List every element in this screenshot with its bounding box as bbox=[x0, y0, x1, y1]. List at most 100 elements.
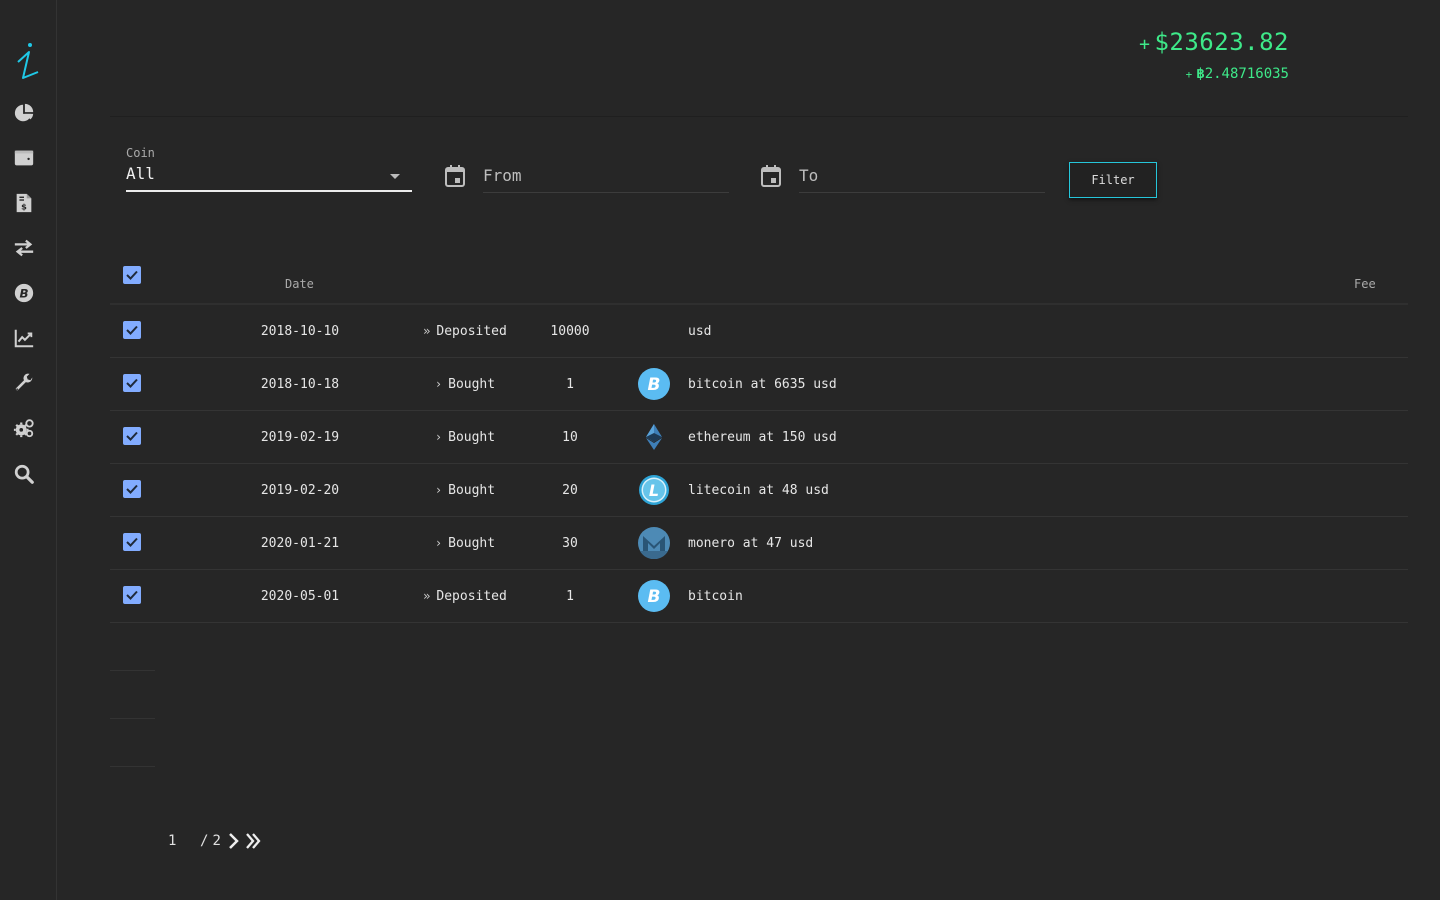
table-row[interactable]: 2020-05-01 » Deposited 1 Bbitcoin bbox=[110, 570, 1408, 623]
row-date: 2020-05-01 bbox=[260, 589, 340, 604]
area-chart-icon bbox=[14, 329, 34, 348]
calendar-icon[interactable] bbox=[761, 165, 781, 187]
row-description: litecoin at 48 usd bbox=[688, 483, 829, 498]
next-page-button[interactable] bbox=[227, 832, 241, 850]
svg-text:B: B bbox=[648, 375, 661, 395]
row-type-label: Bought bbox=[448, 483, 496, 498]
usd-sign: + bbox=[1139, 34, 1151, 55]
empty-row-lines bbox=[110, 670, 155, 814]
select-all-checkbox[interactable] bbox=[123, 266, 141, 284]
nav-settings[interactable] bbox=[12, 416, 36, 440]
nav-search[interactable] bbox=[12, 462, 36, 486]
exchange-arrows-icon bbox=[14, 239, 34, 257]
nav-wallet[interactable] bbox=[12, 146, 36, 170]
row-amount: 1 bbox=[566, 377, 574, 392]
header-date[interactable]: Date bbox=[285, 277, 314, 291]
check-icon bbox=[126, 325, 138, 335]
to-date-input[interactable] bbox=[799, 158, 1045, 193]
table-header: Date Fee bbox=[110, 250, 1408, 305]
page-separator: / bbox=[200, 833, 209, 849]
row-checkbox[interactable] bbox=[123, 427, 141, 445]
table-row[interactable]: 2018-10-10 » Deposited 10000 usd bbox=[110, 305, 1408, 358]
table-row[interactable]: 2019-02-19 › Bought 10 ethereum at 150 usd bbox=[110, 411, 1408, 464]
row-checkbox[interactable] bbox=[123, 480, 141, 498]
nav-bitcoin[interactable]: B bbox=[12, 281, 36, 305]
row-type: » Deposited bbox=[380, 589, 550, 604]
total-pages: 2 bbox=[212, 833, 221, 849]
total-btc: + ฿2.48716035 bbox=[1139, 66, 1289, 82]
row-amount: 1 bbox=[566, 589, 574, 604]
chevron-icon: › bbox=[434, 483, 443, 497]
row-type: › Bought bbox=[380, 377, 550, 392]
nav-portfolio[interactable] bbox=[12, 101, 36, 125]
svg-text:B: B bbox=[648, 587, 661, 607]
row-description: usd bbox=[688, 324, 712, 339]
double-chevron-icon: » bbox=[423, 324, 431, 338]
bitcoin-icon: B bbox=[638, 580, 670, 612]
table-row[interactable]: 2020-01-21 › Bought 30 monero at 47 usd bbox=[110, 517, 1408, 570]
row-checkbox[interactable] bbox=[123, 374, 141, 392]
row-type-label: Bought bbox=[448, 536, 496, 551]
chevron-icon: › bbox=[434, 536, 443, 550]
table-row[interactable]: 2019-02-20 › Bought 20 Llitecoin at 48 usd bbox=[110, 464, 1408, 517]
row-date: 2020-01-21 bbox=[260, 536, 340, 551]
row-amount: 10 bbox=[562, 430, 578, 445]
filter-button[interactable]: Filter bbox=[1069, 162, 1157, 198]
from-date-input[interactable] bbox=[483, 158, 729, 193]
row-type: › Bought bbox=[380, 483, 550, 498]
wallet-icon bbox=[14, 150, 34, 166]
row-type-label: Bought bbox=[448, 430, 496, 445]
sidebar: $ B bbox=[0, 0, 57, 900]
invoice-icon: $ bbox=[16, 193, 32, 213]
calendar-icon[interactable] bbox=[445, 165, 465, 187]
row-description: bitcoin bbox=[688, 589, 743, 604]
row-amount: 20 bbox=[562, 483, 578, 498]
empty-row bbox=[110, 670, 155, 718]
row-amount: 10000 bbox=[550, 324, 590, 339]
coin-select[interactable]: Coin All bbox=[126, 146, 412, 192]
last-page-button[interactable] bbox=[245, 832, 263, 850]
nav-charts[interactable] bbox=[12, 326, 36, 350]
app-logo-icon[interactable] bbox=[14, 42, 42, 84]
litecoin-icon: L bbox=[639, 475, 669, 505]
transactions-table: Date Fee 2018-10-10» Deposited 10000 usd 201… bbox=[110, 250, 1408, 623]
row-description: bitcoin at 6635 usd bbox=[688, 377, 837, 392]
search-icon bbox=[14, 464, 34, 484]
row-checkbox[interactable] bbox=[123, 586, 141, 604]
svg-text:B: B bbox=[19, 287, 28, 301]
btc-value: 2.48716035 bbox=[1204, 66, 1289, 82]
coin-select-label: Coin bbox=[126, 146, 155, 160]
header-divider bbox=[110, 116, 1408, 117]
double-chevron-icon: » bbox=[423, 589, 431, 603]
check-icon bbox=[126, 378, 138, 388]
wrench-icon bbox=[15, 373, 33, 391]
ethereum-icon bbox=[646, 424, 662, 450]
header-fee[interactable]: Fee bbox=[1354, 277, 1376, 291]
coin-select-underline bbox=[126, 190, 412, 192]
nav-tools[interactable] bbox=[12, 371, 36, 395]
row-checkbox[interactable] bbox=[123, 321, 141, 339]
empty-row bbox=[110, 718, 155, 766]
chevron-icon: › bbox=[434, 430, 443, 444]
row-type-label: Deposited bbox=[436, 324, 507, 339]
empty-row bbox=[110, 766, 155, 814]
table-row[interactable]: 2018-10-18 › Bought 1 Bbitcoin at 6635 usd bbox=[110, 358, 1408, 411]
bitcoin-icon: B bbox=[14, 283, 34, 303]
nav-invoice[interactable]: $ bbox=[12, 191, 36, 215]
svg-text:$: $ bbox=[21, 201, 27, 211]
check-icon bbox=[126, 431, 138, 441]
row-type: » Deposited bbox=[380, 324, 550, 339]
btc-symbol-icon: ฿ bbox=[1196, 66, 1205, 82]
row-type: › Bought bbox=[380, 536, 550, 551]
check-icon bbox=[126, 537, 138, 547]
monero-icon bbox=[638, 527, 670, 559]
row-date: 2018-10-18 bbox=[260, 377, 340, 392]
row-amount: 30 bbox=[562, 536, 578, 551]
current-page[interactable]: 1 bbox=[168, 833, 200, 849]
nav-transactions[interactable] bbox=[12, 236, 36, 260]
row-checkbox[interactable] bbox=[123, 533, 141, 551]
svg-text:L: L bbox=[649, 481, 659, 500]
coin-select-value: All bbox=[126, 164, 155, 183]
row-date: 2018-10-10 bbox=[260, 324, 340, 339]
row-description: ethereum at 150 usd bbox=[688, 430, 837, 445]
